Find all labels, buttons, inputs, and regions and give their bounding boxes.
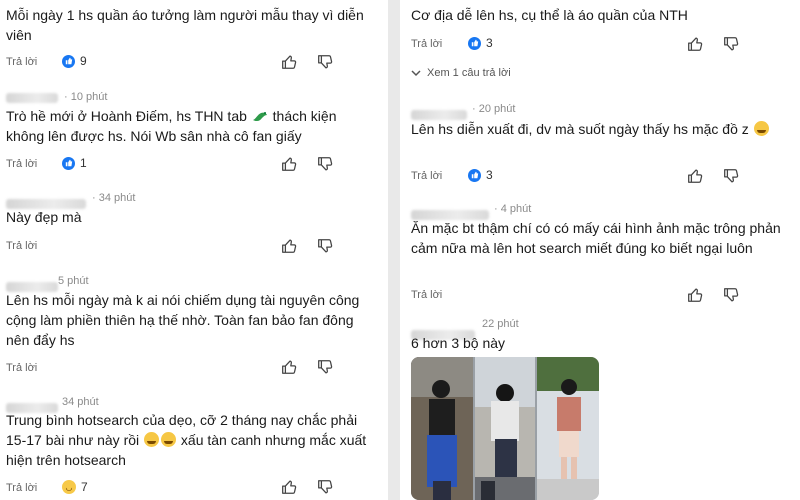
like-reaction-icon (62, 156, 75, 170)
timestamp: 34 phút (62, 396, 99, 408)
lizard-emoji-icon (252, 112, 267, 122)
reaction-count: 9 (62, 54, 87, 68)
reaction-count: 3 (468, 168, 493, 182)
reaction-number: 1 (80, 156, 87, 170)
comment-text: Trung bình hotsearch của dẹo, cỡ 2 tháng… (6, 412, 367, 468)
comments-column-right: Cơ địa dễ lên hs, cụ thể là áo quần của … (400, 0, 800, 500)
comment-text: Trò hề mới ở Hoành Điếm, hs THN tab thác… (6, 108, 337, 144)
chevron-down-icon (411, 70, 421, 77)
comment-text: Cơ địa dễ lên hs, cụ thể là áo quần của … (411, 7, 688, 23)
thumbs-down-icon[interactable] (316, 358, 334, 376)
reply-button[interactable]: Trả lời (6, 240, 37, 252)
reaction-count: ◡ 7 (62, 480, 88, 494)
thumbs-up-icon[interactable] (280, 237, 298, 255)
reply-button[interactable]: Trả lời (411, 170, 442, 182)
reply-button[interactable]: Trả lời (6, 158, 37, 170)
timestamp: · 34 phút (92, 192, 136, 204)
reaction-number: 7 (81, 480, 88, 494)
timestamp: · 20 phút (472, 103, 516, 115)
timestamp: 5 phút (58, 275, 89, 287)
reply-button[interactable]: Trả lời (411, 289, 442, 301)
rofl-emoji-icon (144, 432, 160, 447)
comments-column-left: Mỗi ngày 1 hs quần áo tưởng làm người mẫ… (0, 0, 388, 500)
column-divider (388, 0, 400, 500)
like-reaction-icon (62, 54, 75, 68)
thumbs-down-icon[interactable] (722, 167, 740, 185)
reply-button[interactable]: Trả lời (411, 38, 442, 50)
thumbs-down-icon[interactable] (316, 53, 334, 71)
comment-text: Lên hs mỗi ngày mà k ai nói chiếm dụng t… (6, 292, 360, 348)
rofl-emoji-icon (161, 432, 177, 447)
thumbs-down-icon[interactable] (722, 286, 740, 304)
thumbs-down-icon[interactable] (722, 35, 740, 53)
reaction-number: 9 (80, 54, 87, 68)
timestamp: · 10 phút (64, 91, 108, 103)
thumbs-down-icon[interactable] (316, 478, 334, 496)
thumbs-up-icon[interactable] (280, 358, 298, 376)
photo-collage-image (411, 357, 599, 500)
comment-text: Mỗi ngày 1 hs quần áo tưởng làm người mẫ… (6, 7, 364, 43)
thumbs-up-icon[interactable] (280, 53, 298, 71)
reply-button[interactable]: Trả lời (6, 362, 37, 374)
thumbs-up-icon[interactable] (280, 478, 298, 496)
thumbs-up-icon[interactable] (686, 286, 704, 304)
like-reaction-icon (468, 168, 481, 182)
reaction-number: 3 (486, 36, 493, 50)
reaction-count: 1 (62, 156, 87, 170)
comment-text: Ăn mặc bt thậm chí có có mấy cái hình ản… (411, 220, 781, 256)
laugh-reaction-icon: ◡ (62, 480, 76, 494)
reaction-number: 3 (486, 168, 493, 182)
timestamp: · 4 phút (494, 203, 532, 215)
like-reaction-icon (468, 36, 481, 50)
attached-photo[interactable] (411, 357, 599, 500)
view-replies-link[interactable]: Xem 1 câu trả lời (411, 67, 511, 79)
sad-emoji-icon (753, 121, 769, 136)
comment-text: Này đẹp mà (6, 209, 82, 225)
thumbs-up-icon[interactable] (280, 155, 298, 173)
comment-text: 6 hơn 3 bộ này (411, 335, 506, 351)
reply-button[interactable]: Trả lời (6, 482, 37, 494)
username-blurred[interactable] (6, 93, 58, 103)
thumbs-down-icon[interactable] (316, 155, 334, 173)
reply-button[interactable]: Trả lời (6, 56, 37, 68)
thumbs-down-icon[interactable] (316, 237, 334, 255)
thumbs-up-icon[interactable] (686, 167, 704, 185)
reaction-count: 3 (468, 36, 493, 50)
thumbs-up-icon[interactable] (686, 35, 704, 53)
timestamp: 22 phút (482, 318, 519, 330)
view-replies-label: Xem 1 câu trả lời (427, 67, 511, 79)
comment-text: Lên hs diễn xuất đi, dv mà suốt ngày thấ… (411, 119, 771, 139)
